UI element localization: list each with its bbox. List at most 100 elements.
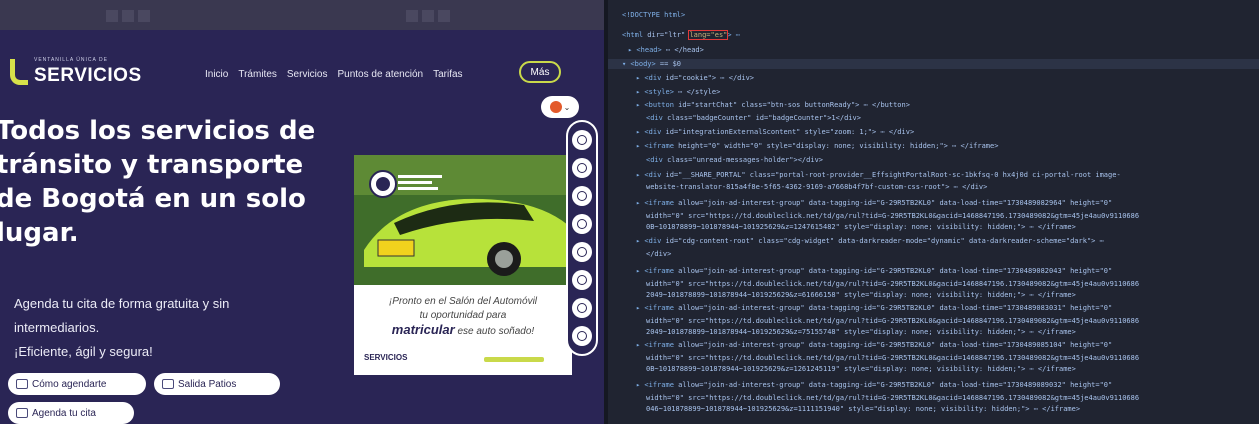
dom-node-row[interactable]: ▸ <button id="startChat" class="btn-sos … xyxy=(636,100,910,110)
dom-tag: <html xyxy=(622,31,644,39)
logo-wordmark: SERVICIOS xyxy=(34,65,142,86)
dom-node-row[interactable]: <!DOCTYPE html> xyxy=(622,10,685,20)
nav-puntos-atencion[interactable]: Puntos de atención xyxy=(337,69,423,80)
dom-tag: ▸ <div xyxy=(636,171,662,179)
agenda-tu-cita-button[interactable]: Agenda tu cita xyxy=(8,402,134,424)
language-selector[interactable]: ⌄ xyxy=(541,96,579,118)
hero-title-line: lugar. xyxy=(0,218,79,248)
dom-node-row[interactable]: ▸ <iframe allow="join-ad-interest-group"… xyxy=(636,198,1112,208)
ad-footer-partner-logo xyxy=(484,357,544,362)
dom-tag: <div xyxy=(646,114,663,122)
dom-attributes: allow="join-ad-interest-group" data-tagg… xyxy=(673,267,1113,275)
dom-attributes: website-translator-815a4f8e-5f65-4362-91… xyxy=(646,183,988,191)
calendar-icon xyxy=(16,379,28,389)
dark-mode-icon[interactable] xyxy=(572,158,592,178)
ad-caption-line: matricular ese auto soñado! xyxy=(362,323,564,339)
audio-icon[interactable] xyxy=(572,130,592,150)
ad-caption-bold: matricular xyxy=(391,322,455,337)
dom-node-row[interactable]: 046~101878899~101878944~101925629&z=1111… xyxy=(646,404,1080,414)
cursor-icon[interactable] xyxy=(572,298,592,318)
dom-node-row[interactable]: </div> xyxy=(646,249,671,259)
dom-node-row[interactable]: 2049~101878899~101878944~101925629&z=751… xyxy=(646,327,1076,337)
dom-node-row[interactable]: ▸ <iframe height="0" width="0" style="di… xyxy=(636,141,998,151)
button-label: Agenda tu cita xyxy=(32,407,96,419)
dom-node-row[interactable]: ▸ <iframe allow="join-ad-interest-group"… xyxy=(636,380,1112,390)
dom-node-row[interactable]: ▸ <iframe allow="join-ad-interest-group"… xyxy=(636,303,1112,313)
devtools-elements-panel: <!DOCTYPE html> <html dir="ltr" lang="es"… xyxy=(608,0,1259,424)
dom-tag: ▸ <iframe xyxy=(636,267,674,275)
dom-node-row[interactable]: 0B~101878899~101878944~101925629&z=12476… xyxy=(646,222,1076,232)
edit-icon[interactable] xyxy=(572,326,592,346)
highlighted-lang-attribute: lang="es" xyxy=(688,30,729,40)
ad-banner[interactable]: ¡Pronto en el Salón del Automóvil tu opo… xyxy=(354,155,572,375)
dom-attributes: allow="join-ad-interest-group" data-tagg… xyxy=(673,199,1113,207)
dom-attributes: class="unread-messages-holder"></div> xyxy=(662,156,824,164)
dom-tag: ▸ <iframe xyxy=(636,341,674,349)
brightness-icon[interactable] xyxy=(572,186,592,206)
dom-tag: ▸ <button xyxy=(636,101,674,109)
site-logo[interactable]: VENTANILLA ÚNICA DE SERVICIOS xyxy=(10,55,142,89)
dom-attributes: 0B~101878899~101878944~101925629&z=12476… xyxy=(646,223,1076,231)
dom-attributes: 046~101878899~101878944~101925629&z=1111… xyxy=(646,405,1081,413)
nav-more-button[interactable]: Más xyxy=(519,61,561,83)
hero-title-line: de Bogotá en un solo xyxy=(0,184,306,214)
car-icon xyxy=(162,379,174,389)
accessibility-icon[interactable] xyxy=(572,214,592,234)
selected-row-highlight xyxy=(608,59,1259,69)
dom-tag: ▸ <iframe xyxy=(636,199,674,207)
como-agendarte-button[interactable]: Cómo agendarte xyxy=(8,373,146,395)
hero-title-line: tránsito y transporte xyxy=(0,150,304,180)
dom-attributes: width="0" src="https://td.doubleclick.ne… xyxy=(646,394,1140,402)
dom-node-row[interactable]: width="0" src="https://td.doubleclick.ne… xyxy=(646,211,1139,221)
text-size-icon[interactable] xyxy=(572,270,592,290)
hero-copy-line: ¡Eficiente, ágil y segura! xyxy=(14,344,153,359)
nav-tramites[interactable]: Trámites xyxy=(238,69,277,80)
ad-car-image xyxy=(354,155,572,285)
dom-node-row[interactable]: <div class="unread-messages-holder"></di… xyxy=(646,155,823,165)
strip-block xyxy=(422,10,434,22)
car-illustration xyxy=(354,155,572,285)
ad-caption-tail: ese auto soñado! xyxy=(457,326,535,337)
nav-tarifas[interactable]: Tarifas xyxy=(433,69,462,80)
dom-attributes: dir="ltr" xyxy=(643,31,690,39)
dom-node-row[interactable]: width="0" src="https://td.doubleclick.ne… xyxy=(646,353,1139,363)
nav-inicio[interactable]: Inicio xyxy=(205,69,228,80)
dom-node-row[interactable]: ▾ <body> == $0 xyxy=(622,59,681,69)
dom-node-row[interactable]: ▸ <iframe allow="join-ad-interest-group"… xyxy=(636,340,1112,350)
strip-block xyxy=(138,10,150,22)
dom-node-row[interactable]: width="0" src="https://td.doubleclick.ne… xyxy=(646,279,1139,289)
ad-caption-line: ¡Pronto en el Salón del Automóvil xyxy=(388,296,538,307)
dom-node-row[interactable]: ▸ <style> ⋯ </style> xyxy=(636,87,720,97)
dom-node-row[interactable]: ▸ <iframe allow="join-ad-interest-group"… xyxy=(636,266,1112,276)
calendar-icon xyxy=(16,408,28,418)
nav-servicios[interactable]: Servicios xyxy=(287,69,328,80)
hero-copy-line: intermediarios. xyxy=(14,320,100,335)
dom-node-row[interactable]: ▸ <div id="__SHARE_PORTAL" class="portal… xyxy=(636,170,1121,180)
a11y-glyph xyxy=(577,331,587,341)
dom-tag: ▸ <head> xyxy=(628,46,662,54)
dom-node-row[interactable]: ▸ <div id="cookie"> ⋯ </div> xyxy=(636,73,754,83)
sign-language-icon[interactable] xyxy=(572,242,592,262)
dom-node-row[interactable]: width="0" src="https://td.doubleclick.ne… xyxy=(646,393,1139,403)
dom-node-row[interactable]: ▸ <head> ⋯ </head> xyxy=(628,45,704,55)
dom-node-row[interactable]: ▸ <div id="cdg-content-root" class="cdg-… xyxy=(636,236,1104,246)
dom-attributes: 2049~101878899~101878944~101925629&z=751… xyxy=(646,328,1076,336)
dom-node-row[interactable]: 2049~101878899~101878944~101925629&z=616… xyxy=(646,290,1076,300)
dom-tag: ▸ <div xyxy=(636,128,662,136)
dom-tag: ▸ <div xyxy=(636,237,662,245)
dom-tag: <div xyxy=(646,156,663,164)
dom-node-row[interactable]: width="0" src="https://td.doubleclick.ne… xyxy=(646,316,1139,326)
salida-patios-button[interactable]: Salida Patios xyxy=(154,373,280,395)
dom-node-row[interactable]: 0B~101878899~101878944~101925629&z=12612… xyxy=(646,364,1076,374)
a11y-glyph xyxy=(577,247,587,257)
dom-node-row[interactable]: website-translator-815a4f8e-5f65-4362-91… xyxy=(646,182,987,192)
dom-attributes: height="0" width="0" style="display: non… xyxy=(673,142,999,150)
dom-node-row[interactable]: <html dir="ltr" lang="es"> ⋯ xyxy=(622,30,740,40)
chevron-down-icon: ⌄ xyxy=(563,102,571,112)
dom-attributes: id="__SHARE_PORTAL" class="portal-root-p… xyxy=(661,171,1121,179)
a11y-glyph xyxy=(577,303,587,313)
dom-node-row[interactable]: <div class="badgeCounter" id="badgeCount… xyxy=(646,113,861,123)
dom-node-row[interactable]: ▸ <div id="integrationExternalScontent" … xyxy=(636,127,914,137)
strip-block xyxy=(406,10,418,22)
dom-attributes: id="integrationExternalScontent" style="… xyxy=(661,128,915,136)
